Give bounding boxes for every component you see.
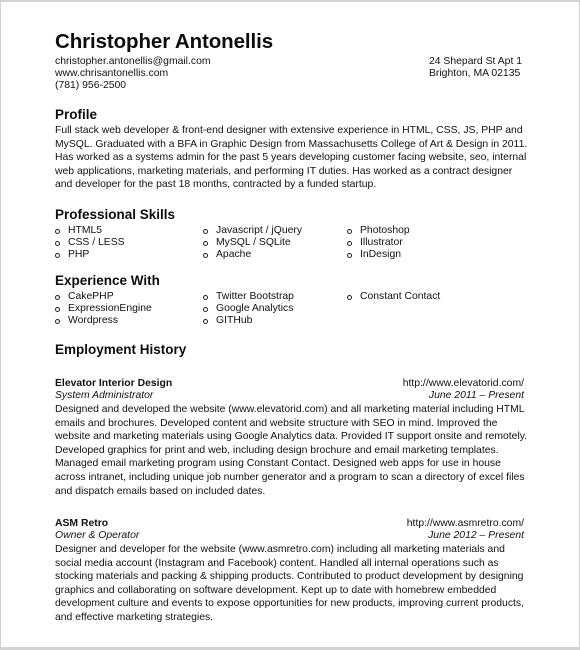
bullet-icon bbox=[55, 229, 60, 234]
bullet-icon bbox=[203, 253, 208, 258]
skills-column: Photoshop Illustrator InDesign bbox=[347, 225, 410, 261]
bullet-icon bbox=[347, 253, 352, 258]
bullet-icon bbox=[203, 319, 208, 324]
address-line-2: Brighton, MA 02135 bbox=[428, 68, 521, 79]
skill-item: PHP bbox=[55, 249, 125, 261]
experience-column: CakePHP ExpressionEngine Wordpress bbox=[55, 291, 152, 327]
contact-info: christopher.antonellis@gmail.com www.chr… bbox=[55, 56, 211, 92]
bullet-icon bbox=[347, 241, 352, 246]
bullet-icon bbox=[203, 241, 208, 246]
bullet-icon bbox=[203, 229, 208, 234]
skill-item: CSS / LESS bbox=[55, 237, 125, 249]
job-url-link[interactable]: http://www.asmretro.com/ bbox=[407, 518, 524, 530]
job-dates: June 2012 – Present bbox=[428, 530, 524, 541]
skill-item: Apache bbox=[203, 249, 302, 261]
email-link[interactable]: christopher.antonellis@gmail.com bbox=[55, 56, 211, 68]
experience-item: CakePHP bbox=[55, 291, 152, 303]
experience-heading: Experience With bbox=[55, 273, 160, 288]
bullet-icon bbox=[55, 295, 60, 300]
candidate-name: Christopher Antonellis bbox=[55, 30, 273, 53]
skill-item: HTML5 bbox=[55, 225, 125, 237]
bullet-icon bbox=[347, 229, 352, 234]
job-description: Designed and developed the website (www.… bbox=[55, 404, 528, 497]
resume-page: Christopher Antonellis christopher.anton… bbox=[0, 0, 580, 650]
skill-item: Illustrator bbox=[347, 237, 410, 249]
profile-heading: Profile bbox=[55, 107, 98, 122]
skill-item: Javascript / jQuery bbox=[203, 225, 302, 237]
skills-column: HTML5 CSS / LESS PHP bbox=[55, 225, 125, 261]
bullet-icon bbox=[55, 253, 60, 258]
job-dates: June 2011 – Present bbox=[428, 390, 524, 401]
bullet-icon bbox=[203, 295, 208, 300]
job-url-link[interactable]: http://www.elevatorid.com/ bbox=[403, 378, 524, 390]
experience-column: Constant Contact bbox=[347, 291, 440, 303]
experience-item: Wordpress bbox=[55, 315, 152, 327]
job-description: Designer and developer for the website (… bbox=[55, 544, 524, 623]
bullet-icon bbox=[347, 295, 352, 300]
job-entry-header: ASM Retro http://www.asmretro.com/ Owner… bbox=[55, 518, 524, 542]
experience-column: Twitter Bootstrap Google Analytics GITHu… bbox=[203, 291, 294, 327]
employment-heading: Employment History bbox=[55, 342, 187, 357]
job-role: System Administrator bbox=[55, 390, 154, 401]
profile-text: Full stack web developer & front-end des… bbox=[55, 125, 528, 191]
job-entry-header: Elevator Interior Design http://www.elev… bbox=[55, 378, 524, 402]
job-role: Owner & Operator bbox=[55, 530, 140, 541]
bullet-icon bbox=[55, 307, 60, 312]
address: 24 Shepard St Apt 1 Brighton, MA 02135 bbox=[429, 56, 522, 80]
experience-item: Google Analytics bbox=[203, 303, 294, 315]
bullet-icon bbox=[203, 307, 208, 312]
skill-item: Photoshop bbox=[347, 225, 410, 237]
address-line-1: 24 Shepard St Apt 1 bbox=[428, 56, 522, 67]
skills-column: Javascript / jQuery MySQL / SQLite Apach… bbox=[203, 225, 302, 261]
experience-item: Constant Contact bbox=[347, 291, 440, 303]
skill-item: MySQL / SQLite bbox=[203, 237, 302, 249]
experience-item: GITHub bbox=[203, 315, 294, 327]
job-company: ASM Retro bbox=[55, 518, 109, 529]
experience-item: ExpressionEngine bbox=[55, 303, 152, 315]
skill-item: InDesign bbox=[347, 249, 410, 261]
phone-number: (781) 956-2500 bbox=[55, 80, 127, 91]
website-link[interactable]: www.chrisantonellis.com bbox=[55, 68, 211, 80]
skills-heading: Professional Skills bbox=[55, 207, 176, 222]
job-company: Elevator Interior Design bbox=[55, 378, 173, 389]
experience-item: Twitter Bootstrap bbox=[203, 291, 294, 303]
bullet-icon bbox=[55, 241, 60, 246]
bullet-icon bbox=[55, 319, 60, 324]
